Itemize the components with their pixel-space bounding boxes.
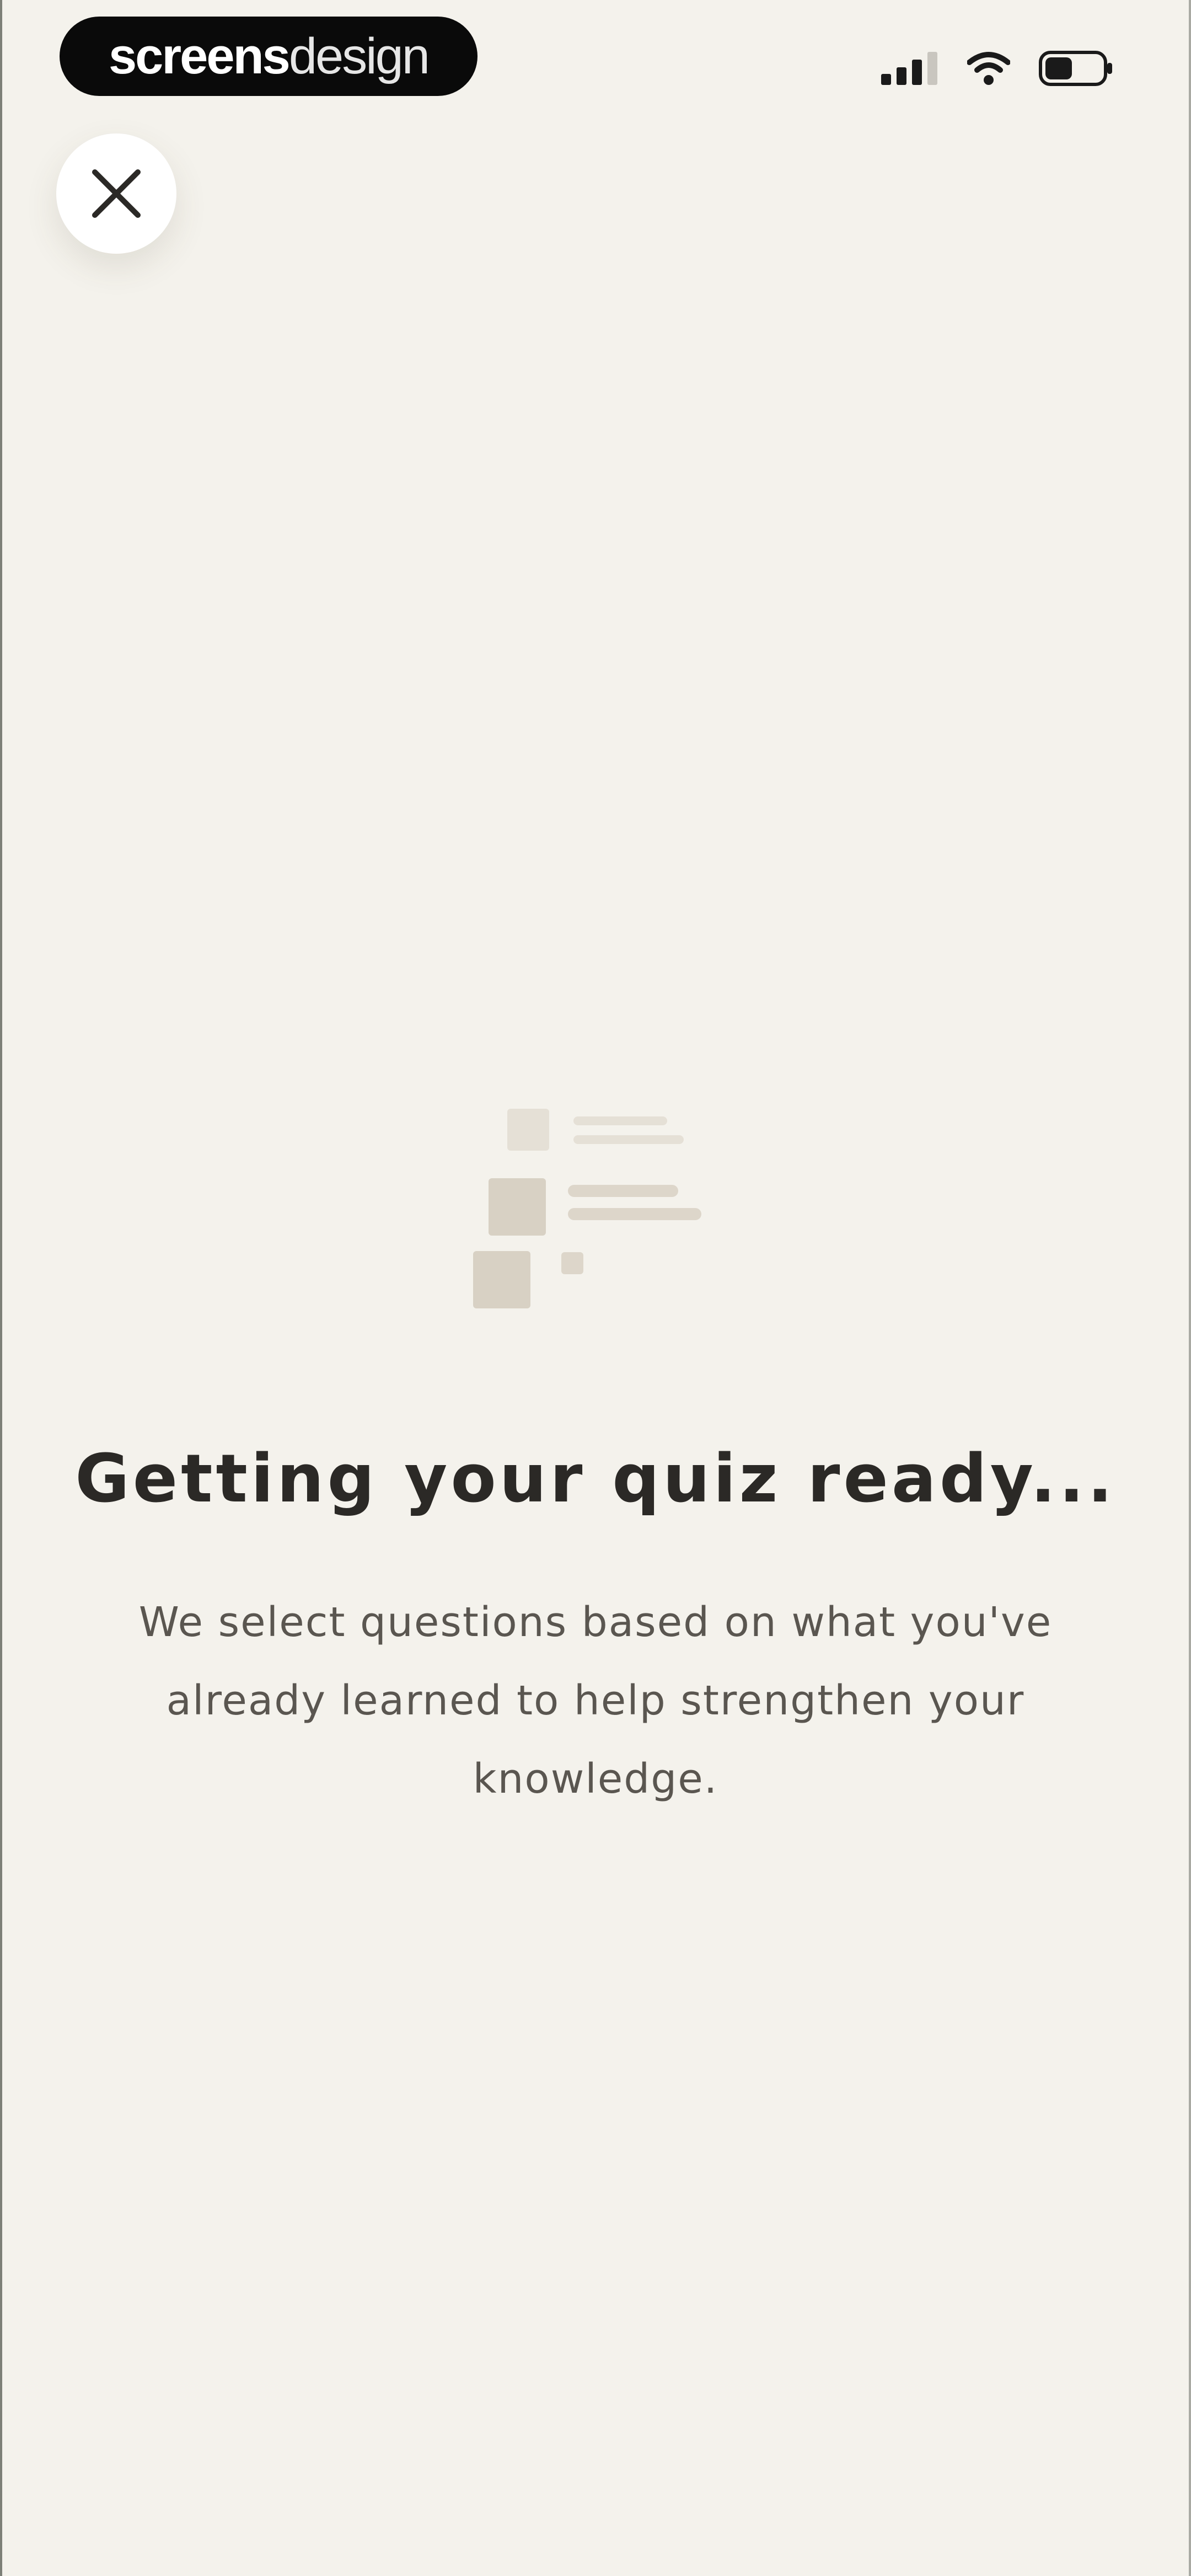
quiz-list-icon — [473, 1109, 701, 1308]
close-icon — [92, 169, 141, 218]
brand-word-bold: screens — [109, 28, 291, 84]
battery-icon — [1039, 51, 1112, 86]
wifi-icon — [967, 52, 1010, 85]
page-description: We select questions based on what you've… — [138, 1599, 1053, 1803]
signal-icon — [881, 52, 937, 85]
status-icons — [881, 47, 1114, 89]
page-title: Getting your quiz ready... — [75, 1441, 1116, 1517]
brand-word-light: design — [288, 28, 430, 84]
brand-badge: screens design — [60, 17, 478, 96]
close-button[interactable] — [56, 133, 176, 254]
